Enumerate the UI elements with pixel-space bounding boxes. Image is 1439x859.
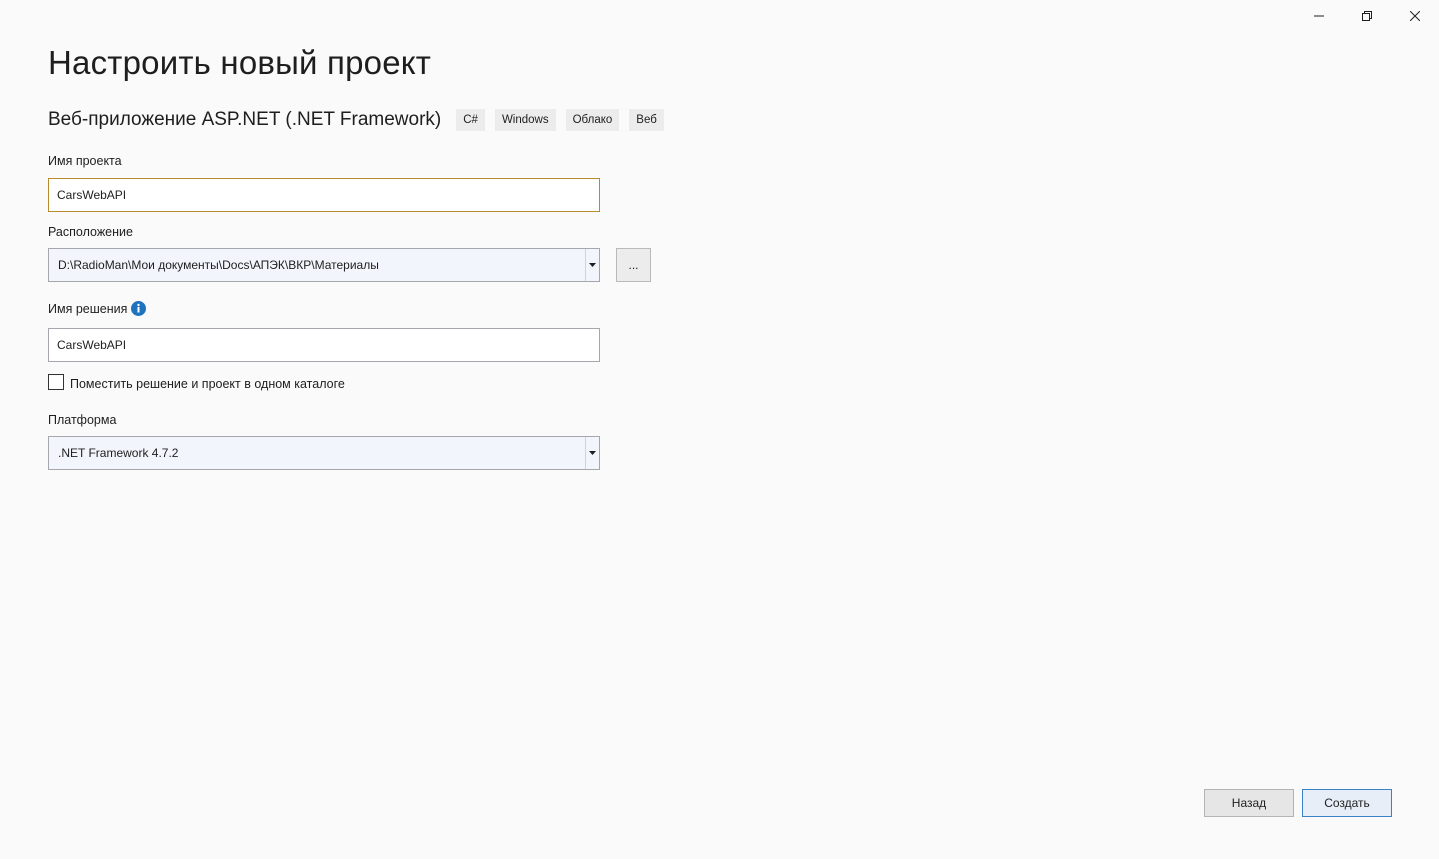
minimize-icon [1314,15,1324,17]
project-name-label: Имя проекта [48,154,122,168]
info-icon[interactable] [131,301,146,316]
same-directory-checkbox[interactable] [48,374,64,390]
tag-language: C# [456,109,485,131]
close-icon [1410,11,1420,21]
restore-button[interactable] [1343,0,1391,32]
create-button[interactable]: Создать [1302,789,1392,817]
chevron-down-icon [589,263,596,267]
framework-combobox[interactable]: .NET Framework 4.7.2 [48,436,600,470]
same-directory-label[interactable]: Поместить решение и проект в одном катал… [70,376,345,392]
chevron-down-icon [589,451,596,455]
template-name: Веб-приложение ASP.NET (.NET Framework) [48,109,442,130]
browse-button[interactable]: ... [616,248,651,282]
location-label: Расположение [48,225,133,239]
solution-name-label: Имя решения [48,302,128,316]
framework-label: Платформа [48,413,117,427]
tag-web: Веб [629,109,664,131]
project-name-input[interactable] [48,178,600,212]
window-controls [1295,0,1439,32]
page-title: Настроить новый проект [48,44,432,81]
minimize-button[interactable] [1295,0,1343,32]
framework-value: .NET Framework 4.7.2 [58,446,179,460]
back-button[interactable]: Назад [1204,789,1294,817]
tag-cloud: Облако [565,109,620,131]
solution-name-input[interactable] [48,328,600,362]
location-combobox[interactable]: D:\RadioMan\Мои документы\Docs\АПЭК\ВКР\… [48,248,600,282]
location-value: D:\RadioMan\Мои документы\Docs\АПЭК\ВКР\… [58,258,379,272]
template-header: Веб-приложение ASP.NET (.NET Framework) … [48,109,674,131]
close-button[interactable] [1391,0,1439,32]
tag-platform: Windows [494,109,556,131]
restore-icon [1362,11,1372,21]
location-dropdown-button[interactable] [585,249,599,281]
framework-dropdown-button[interactable] [585,437,599,469]
